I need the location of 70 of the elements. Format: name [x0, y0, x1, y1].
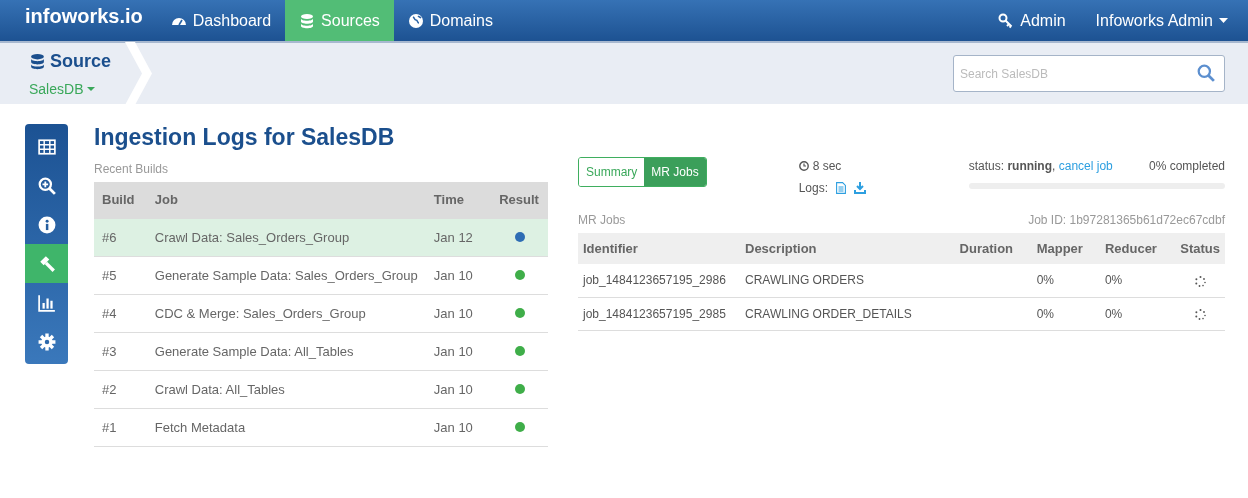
- table-cell: job_1484123657195_2985: [583, 306, 726, 321]
- chart-icon: [37, 293, 56, 312]
- document-icon[interactable]: [836, 182, 847, 194]
- cancel-job-link[interactable]: cancel job: [1058, 157, 1113, 175]
- section-label: Recent Builds: [94, 160, 170, 178]
- table-cell: #5: [102, 267, 117, 283]
- logs-label: Logs:: [798, 180, 829, 197]
- zoom-icon: [37, 176, 56, 195]
- column-header: Identifier: [583, 240, 638, 256]
- column-header: Duration: [959, 240, 1014, 256]
- key-icon: [998, 12, 1015, 29]
- table-cell: #3: [102, 343, 117, 359]
- table-cell: Generate Sample Data: All_Tables: [154, 343, 354, 359]
- column-header: Description: [745, 240, 817, 256]
- column-header: Build: [102, 192, 135, 208]
- duration-text: 8 sec: [812, 158, 842, 175]
- info-icon: [37, 215, 56, 234]
- nav-tab[interactable]: Domains: [393, 0, 507, 41]
- table-cell: Jan 12: [433, 229, 473, 245]
- database-icon: [299, 12, 316, 29]
- table-cell: CRAWLING ORDERS: [745, 273, 864, 288]
- table-cell: Jan 10: [433, 305, 473, 321]
- table-cell: #6: [102, 229, 117, 245]
- status-text: status: running,: [968, 158, 1056, 175]
- section-label: MR Jobs: [578, 212, 626, 229]
- database-icon: [29, 52, 46, 70]
- table-cell: 0%: [1036, 273, 1054, 288]
- column-header: Status: [1180, 240, 1220, 256]
- table-cell: 0%: [1104, 273, 1123, 288]
- table-cell: Crawl Data: Sales_Orders_Group: [154, 229, 350, 245]
- column-header: Result: [499, 192, 539, 208]
- table-icon: [37, 137, 56, 156]
- column-header: Reducer: [1104, 240, 1157, 256]
- table-cell: Jan 10: [433, 267, 473, 283]
- table-cell: CDC & Merge: Sales_Orders_Group: [154, 305, 366, 321]
- table-cell: 0%: [1036, 306, 1054, 321]
- spinner-icon: [1194, 308, 1206, 320]
- table-cell: job_1484123657195_2986: [583, 273, 726, 288]
- table-cell: Jan 10: [433, 419, 473, 435]
- page-section-title: Source: [50, 49, 112, 73]
- progress-text: 0% completed: [1148, 158, 1225, 175]
- admin-link[interactable]: Admin: [998, 8, 1066, 33]
- brand-logo[interactable]: infoworks.io: [25, 0, 143, 31]
- table-cell: Jan 10: [433, 343, 473, 359]
- column-header: Job: [154, 192, 178, 208]
- spinner-icon: [1194, 275, 1206, 287]
- caret-icon: [1219, 18, 1228, 23]
- gear-icon: [37, 332, 56, 351]
- table-cell: Crawl Data: All_Tables: [154, 381, 285, 397]
- clock-icon: [798, 161, 809, 171]
- table-cell: #4: [102, 305, 117, 321]
- column-header: Time: [433, 192, 464, 208]
- caret-icon: [87, 87, 96, 91]
- table-cell: CRAWLING ORDER_DETAILS: [745, 306, 912, 321]
- table-cell: Generate Sample Data: Sales_Orders_Group: [154, 267, 418, 283]
- job-id-text: Job ID: 1b97281365b61d72ec67cdbf: [1028, 212, 1225, 229]
- user-menu[interactable]: Infoworks Admin: [1095, 8, 1228, 33]
- table-cell: Fetch Metadata: [154, 419, 246, 435]
- page-title: Ingestion Logs for SalesDB: [94, 124, 396, 152]
- nav-tab[interactable]: Dashboard: [156, 0, 286, 41]
- table-cell: 0%: [1104, 306, 1123, 321]
- table-cell: Jan 10: [433, 381, 473, 397]
- column-header: Mapper: [1036, 240, 1083, 256]
- table-cell: #2: [102, 381, 117, 397]
- table-cell: #1: [102, 419, 117, 435]
- search-field[interactable]: Search SalesDB: [953, 55, 1225, 92]
- search-icon: [1197, 64, 1215, 82]
- view-tab[interactable]: MR Jobs: [644, 158, 706, 186]
- download-icon[interactable]: [854, 182, 867, 194]
- breadcrumb-arrow: [125, 42, 155, 105]
